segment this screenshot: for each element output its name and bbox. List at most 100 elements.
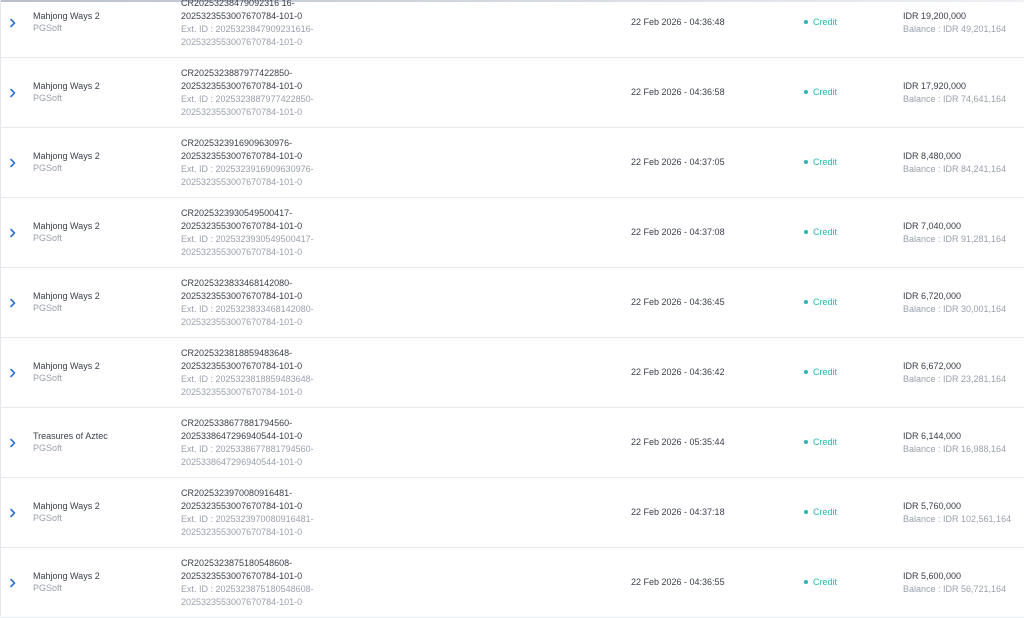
transaction-id-line-2: 2025323553007670784-101-0 — [181, 571, 303, 581]
transaction-row[interactable]: Mahjong Ways 2 PGSoft CR202532393054950041… — [0, 198, 1024, 268]
external-id-line-1: Ext. ID : 2025323930549500417- — [181, 234, 314, 244]
status-label: Credit — [813, 507, 838, 517]
chevron-right-icon[interactable] — [9, 578, 17, 588]
transaction-id-cell: CR2025323818859483648- 202532355300767078… — [181, 347, 314, 399]
status-badge: Credit — [804, 297, 837, 307]
game-name: Mahjong Ways 2 — [33, 81, 100, 91]
chevron-right-icon[interactable] — [9, 88, 17, 98]
transaction-amount: IDR 6,720,000 — [903, 291, 962, 301]
transaction-id-line-1: CR2025338677881794560- — [181, 418, 293, 428]
status-label: Credit — [813, 367, 838, 377]
game-cell: Mahjong Ways 2 PGSoft — [33, 501, 100, 523]
status-dot-icon — [804, 159, 808, 164]
transaction-amount: IDR 17,920,000 — [903, 81, 967, 91]
transaction-amount: IDR 19,200,000 — [903, 11, 967, 21]
game-name: Mahjong Ways 2 — [33, 361, 100, 371]
chevron-right-icon[interactable] — [9, 158, 17, 168]
transaction-row[interactable]: Mahjong Ways 2 PGSoft CR202532381885948364… — [0, 338, 1024, 408]
transaction-id-line-2: 2025323553007670784-101-0 — [181, 11, 303, 21]
amount-cell: IDR 19,200,000 Balance : IDR 49,201,164 — [903, 11, 1006, 34]
status-dot-icon — [804, 369, 808, 374]
game-name: Mahjong Ways 2 — [33, 11, 100, 21]
status-badge: Credit — [804, 87, 837, 97]
status-badge: Credit — [804, 17, 837, 27]
status-label: Credit — [813, 227, 838, 237]
status-dot-icon — [804, 89, 808, 94]
external-id-line-1: Ext. ID : 2025323833468142080- — [181, 304, 314, 314]
status-dot-icon — [804, 579, 808, 584]
amount-cell: IDR 6,672,000 Balance : IDR 23,281,164 — [903, 361, 1006, 384]
balance-after: Balance : IDR 102,561,164 — [903, 514, 1012, 524]
game-cell: Mahjong Ways 2 PGSoft — [33, 151, 100, 173]
transaction-datetime: 22 Feb 2026 - 04:36:48 — [631, 17, 725, 27]
transaction-id-cell: CR2025323887977422850- 202532355300767078… — [181, 67, 314, 119]
transaction-id-cell: CR2025323833468142080- 202532355300767078… — [181, 277, 314, 329]
status-label: Credit — [813, 577, 838, 587]
game-cell: Mahjong Ways 2 PGSoft — [33, 291, 100, 313]
external-id-line-2: 2025323553007670784-101-0 — [181, 37, 303, 47]
transaction-datetime: 22 Feb 2026 - 04:36:42 — [631, 367, 725, 377]
transaction-amount: IDR 6,672,000 — [903, 361, 962, 371]
game-cell: Mahjong Ways 2 PGSoft — [33, 81, 100, 103]
chevron-right-icon[interactable] — [9, 298, 17, 308]
amount-cell: IDR 6,720,000 Balance : IDR 30,001,164 — [903, 291, 1006, 314]
transaction-row[interactable]: Mahjong Ways 2 PGSoft CR202532391690963097… — [0, 128, 1024, 198]
transaction-row[interactable]: Mahjong Ways 2 PGSoft CR202532387518054860… — [0, 548, 1024, 618]
transaction-row[interactable]: Treasures of Aztec PGSoft CR20253386778817… — [0, 408, 1024, 478]
external-id-line-2: 2025323553007670784-101-0 — [181, 177, 303, 187]
transaction-amount: IDR 5,760,000 — [903, 501, 962, 511]
balance-after: Balance : IDR 16,988,164 — [903, 444, 1007, 454]
status-badge: Credit — [804, 577, 837, 587]
external-id-line-1: Ext. ID : 2025323887977422850- — [181, 94, 314, 104]
chevron-right-icon[interactable] — [9, 508, 17, 518]
transaction-id-cell: CR2025323970080916481- 202532355300767078… — [181, 487, 314, 539]
status-label: Credit — [813, 297, 838, 307]
game-name: Mahjong Ways 2 — [33, 571, 100, 581]
external-id-line-2: 2025323553007670784-101-0 — [181, 317, 303, 327]
game-cell: Mahjong Ways 2 PGSoft — [33, 221, 100, 243]
game-provider: PGSoft — [33, 93, 63, 103]
transaction-id-line-1: CR20253238479092316 16- — [181, 0, 295, 8]
chevron-right-icon[interactable] — [9, 368, 17, 378]
transaction-id-cell: CR2025323875180548608- 202532355300767078… — [181, 557, 314, 609]
balance-after: Balance : IDR 56,721,164 — [903, 584, 1007, 594]
status-badge: Credit — [804, 227, 837, 237]
chevron-right-icon[interactable] — [9, 228, 17, 238]
transaction-row[interactable]: Mahjong Ways 2 PGSoft CR202532383346814208… — [0, 268, 1024, 338]
status-badge: Credit — [804, 367, 837, 377]
transaction-id-line-1: CR2025323833468142080- — [181, 278, 293, 288]
transaction-id-line-2: 2025338647296940544-101-0 — [181, 431, 303, 441]
transaction-id-cell: CR2025338677881794560- 202533864729694054… — [181, 417, 314, 469]
game-provider: PGSoft — [33, 513, 63, 523]
chevron-right-icon[interactable] — [9, 438, 17, 448]
chevron-right-icon[interactable] — [9, 18, 17, 28]
status-dot-icon — [804, 229, 808, 234]
game-cell: Mahjong Ways 2 PGSoft — [33, 571, 100, 593]
transaction-id-line-2: 2025323553007670784-101-0 — [181, 361, 303, 371]
transaction-datetime: 22 Feb 2026 - 04:37:08 — [631, 227, 725, 237]
status-badge: Credit — [804, 507, 837, 517]
transaction-id-line-1: CR2025323916909630976- — [181, 138, 293, 148]
game-cell: Mahjong Ways 2 PGSoft — [33, 361, 100, 383]
amount-cell: IDR 17,920,000 Balance : IDR 74,641,164 — [903, 81, 1006, 104]
transaction-id-cell: CR2025323916909630976- 202532355300767078… — [181, 137, 314, 189]
transaction-datetime: 22 Feb 2026 - 04:36:58 — [631, 87, 725, 97]
transaction-id-line-2: 2025323553007670784-101-0 — [181, 291, 303, 301]
game-provider: PGSoft — [33, 443, 63, 453]
game-name: Treasures of Aztec — [33, 431, 108, 441]
transaction-datetime: 22 Feb 2026 - 04:37:05 — [631, 157, 725, 167]
external-id-line-1: Ext. ID : 2025323970080916481- — [181, 514, 314, 524]
game-name: Mahjong Ways 2 — [33, 151, 100, 161]
game-provider: PGSoft — [33, 373, 63, 383]
game-provider: PGSoft — [33, 233, 63, 243]
transaction-row[interactable]: Mahjong Ways 2 PGSoft CR202532397008091648… — [0, 478, 1024, 548]
game-provider: PGSoft — [33, 163, 63, 173]
transaction-datetime: 22 Feb 2026 - 04:36:55 — [631, 577, 725, 587]
game-cell: Mahjong Ways 2 PGSoft — [33, 11, 100, 33]
balance-after: Balance : IDR 49,201,164 — [903, 24, 1007, 34]
transaction-row[interactable]: Mahjong Ways 2 PGSoft CR202532388797742285… — [0, 58, 1024, 128]
amount-cell: IDR 5,600,000 Balance : IDR 56,721,164 — [903, 571, 1006, 594]
status-dot-icon — [804, 299, 808, 304]
status-label: Credit — [813, 437, 838, 447]
transaction-id-line-1: CR2025323970080916481- — [181, 488, 293, 498]
